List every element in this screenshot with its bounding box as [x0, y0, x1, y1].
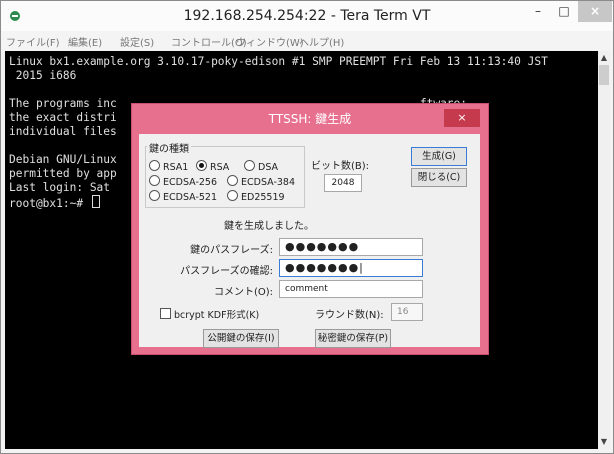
radio-ecdsa-256[interactable]: ECDSA-256 — [149, 175, 217, 189]
menu-window[interactable]: ウィンドウ(W) — [236, 34, 304, 49]
status-message: 鍵を生成しました。 — [224, 221, 314, 232]
radio-dsa[interactable]: DSA — [244, 160, 278, 174]
radio-rsa1-indicator — [149, 160, 160, 171]
passphrase-input[interactable]: ●●●●●●● — [279, 238, 423, 256]
key-type-group: RSA1 RSA DSA ECDSA-256 ECDSA-384 ECDSA-5… — [145, 146, 305, 208]
menu-edit[interactable]: 編集(E) — [68, 34, 102, 49]
terminal-line: Last login: Sat — [9, 181, 117, 194]
radio-ecdsa-521[interactable]: ECDSA-521 — [149, 190, 217, 204]
radio-ecdsa-384-indicator — [227, 175, 238, 186]
radio-ecdsa-521-label: ECDSA-521 — [163, 192, 218, 203]
comment-input[interactable]: comment — [279, 280, 423, 298]
radio-ed25519-label: ED25519 — [241, 192, 285, 203]
dialog-body: RSA1 RSA DSA ECDSA-256 ECDSA-384 ECDSA-5… — [139, 134, 480, 348]
comment-label: コメント(O): — [213, 287, 273, 298]
passphrase-label: 鍵のパスフレーズ: — [190, 245, 273, 256]
radio-rsa1-label: RSA1 — [163, 162, 189, 173]
scroll-up-arrow-icon[interactable]: ▲ — [598, 51, 610, 65]
confirm-passphrase-input[interactable]: ●●●●●●●| — [279, 259, 423, 277]
close-button[interactable]: 閉じる(C) — [411, 168, 467, 187]
radio-ed25519-indicator — [227, 190, 238, 201]
menu-help[interactable]: ヘルプ(H) — [299, 34, 344, 49]
save-private-key-button[interactable]: 秘密鍵の保存(P) — [315, 329, 391, 348]
bcrypt-kdf-checkbox-box — [160, 308, 171, 319]
key-type-label: 鍵の種類 — [147, 140, 191, 155]
rounds-label: ラウンド数(N): — [315, 310, 384, 321]
radio-ecdsa-521-indicator — [149, 190, 160, 201]
bits-input[interactable]: 2048 — [324, 174, 362, 192]
terminal-line: the exact distri — [9, 111, 117, 124]
window-title: 192.168.254.254:22 - Tera Term VT — [183, 8, 431, 24]
terminal-prompt-line: root@bx1:~# — [9, 195, 100, 210]
terminal-line: individual files — [9, 125, 117, 138]
radio-rsa[interactable]: RSA — [196, 160, 229, 174]
radio-dsa-label: DSA — [258, 162, 279, 173]
close-window-button[interactable]: × — [578, 1, 612, 22]
radio-ecdsa-384-label: ECDSA-384 — [241, 177, 296, 188]
terminal-prompt: root@bx1:~# — [9, 197, 90, 210]
save-public-key-button[interactable]: 公開鍵の保存(I) — [203, 329, 279, 348]
menu-file[interactable]: ファイル(F) — [6, 34, 60, 49]
bcrypt-kdf-label: bcrypt KDF形式(K) — [174, 310, 260, 321]
radio-rsa-label: RSA — [210, 162, 230, 173]
terminal-scrollbar[interactable]: ▲ ▼ — [598, 51, 610, 449]
confirm-passphrase-label: パスフレーズの確認: — [180, 266, 273, 277]
radio-rsa-indicator — [196, 160, 207, 171]
menu-setup[interactable]: 設定(S) — [120, 34, 154, 49]
radio-rsa1[interactable]: RSA1 — [149, 160, 188, 174]
dialog-close-button[interactable]: × — [444, 109, 480, 127]
terminal-line: 2015 i686 — [9, 69, 77, 82]
bcrypt-kdf-checkbox[interactable]: bcrypt KDF形式(K) — [160, 307, 259, 321]
radio-dsa-indicator — [244, 160, 255, 171]
terminal-line: permitted by app — [9, 167, 117, 180]
terminal-cursor — [91, 195, 100, 208]
radio-ecdsa-256-label: ECDSA-256 — [163, 177, 218, 188]
bits-label: ビット数(B): — [311, 161, 370, 172]
terminal-line: Debian GNU/Linux — [9, 153, 117, 166]
menu-bar: ファイル(F) 編集(E) 設定(S) コントロール(O) ウィンドウ(W) ヘ… — [1, 31, 613, 50]
radio-ecdsa-384[interactable]: ECDSA-384 — [227, 175, 295, 189]
generate-button[interactable]: 生成(G) — [411, 147, 467, 166]
scrollbar-thumb[interactable] — [599, 65, 609, 85]
maximize-button[interactable]: □ — [551, 1, 577, 22]
radio-ecdsa-256-indicator — [149, 175, 160, 186]
minimize-button[interactable]: – — [525, 1, 551, 22]
radio-ed25519[interactable]: ED25519 — [227, 190, 285, 204]
ssh-keygen-dialog: TTSSH: 鍵生成 × RSA1 RSA DSA ECDSA-256 ECDS… — [132, 104, 488, 354]
rounds-input[interactable]: 16 — [391, 303, 423, 321]
dialog-title: TTSSH: 鍵生成 — [268, 112, 352, 126]
scroll-down-arrow-icon[interactable]: ▼ — [598, 435, 610, 449]
title-bar[interactable]: 192.168.254.254:22 - Tera Term VT – □ × — [1, 1, 613, 31]
terminal-line: Linux bx1.example.org 3.10.17-poky-ediso… — [9, 55, 548, 68]
